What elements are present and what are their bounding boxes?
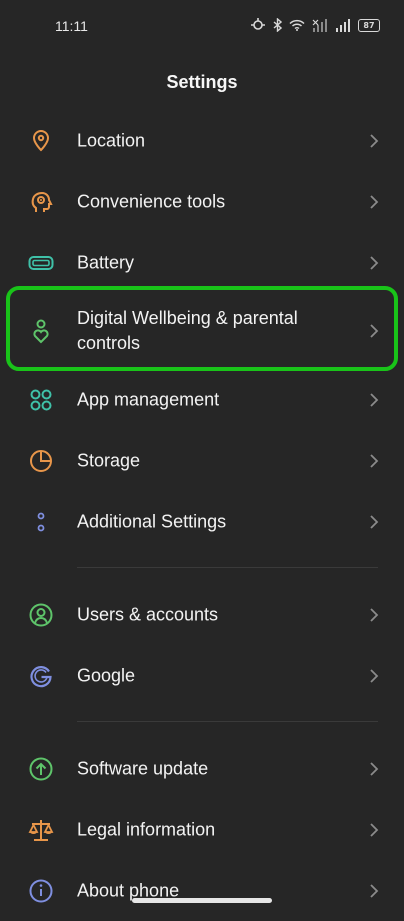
section-divider	[77, 721, 378, 722]
settings-item-label: App management	[77, 389, 220, 409]
settings-item-label: Battery	[77, 252, 135, 272]
status-time: 11:11	[55, 18, 88, 34]
highlight-box	[6, 286, 398, 371]
pie-chart-icon	[28, 448, 54, 474]
chevron-right-icon	[368, 607, 380, 623]
chevron-right-icon	[368, 668, 380, 684]
battery-indicator: 87	[358, 18, 380, 32]
settings-item-label: Storage	[77, 450, 141, 470]
settings-item-legal-information[interactable]: Legal information	[0, 799, 404, 860]
chevron-right-icon	[368, 255, 380, 271]
settings-item-label: Google	[77, 665, 136, 685]
chevron-right-icon	[368, 453, 380, 469]
head-gear-icon	[28, 189, 54, 215]
settings-item-app-management[interactable]: App management	[0, 369, 404, 430]
data-saver-icon	[251, 18, 265, 30]
signal-off-icon	[312, 18, 327, 32]
settings-item-users-accounts[interactable]: Users & accounts	[0, 584, 404, 645]
chevron-right-icon	[368, 822, 380, 838]
update-arrow-icon	[28, 756, 54, 782]
grid-icon	[28, 387, 54, 413]
section-divider	[77, 567, 378, 568]
page-title: Settings	[166, 72, 238, 92]
location-pin-icon	[28, 128, 54, 154]
settings-item-additional-settings[interactable]: Additional Settings	[0, 491, 404, 552]
settings-item-location[interactable]: Location	[0, 110, 404, 171]
settings-item-label: Legal information	[77, 819, 216, 839]
info-icon	[28, 878, 54, 904]
google-icon	[28, 663, 54, 689]
settings-item-label: Convenience tools	[77, 191, 226, 211]
wifi-icon	[289, 19, 305, 31]
settings-item-label: Users & accounts	[77, 604, 219, 624]
battery-icon	[28, 250, 54, 276]
settings-item-label: Additional Settings	[77, 511, 227, 531]
status-bar: 11:11 87	[0, 0, 404, 48]
settings-item-google[interactable]: Google	[0, 645, 404, 706]
scales-icon	[28, 817, 54, 843]
status-icons: 87	[250, 16, 380, 34]
home-indicator[interactable]	[132, 898, 272, 903]
chevron-right-icon	[368, 392, 380, 408]
settings-item-convenience-tools[interactable]: Convenience tools	[0, 171, 404, 232]
settings-item-software-update[interactable]: Software update	[0, 738, 404, 799]
user-circle-icon	[28, 602, 54, 628]
bluetooth-icon	[273, 18, 282, 32]
chevron-right-icon	[368, 883, 380, 899]
signal-icon	[336, 18, 350, 32]
dots-icon	[28, 509, 54, 535]
settings-item-label: Software update	[77, 758, 209, 778]
chevron-right-icon	[368, 194, 380, 210]
settings-item-label: Location	[77, 130, 146, 150]
settings-item-storage[interactable]: Storage	[0, 430, 404, 491]
chevron-right-icon	[368, 514, 380, 530]
settings-item-battery[interactable]: Battery	[0, 232, 404, 293]
chevron-right-icon	[368, 761, 380, 777]
settings-item-about-phone[interactable]: About phone	[0, 860, 404, 921]
chevron-right-icon	[368, 133, 380, 149]
